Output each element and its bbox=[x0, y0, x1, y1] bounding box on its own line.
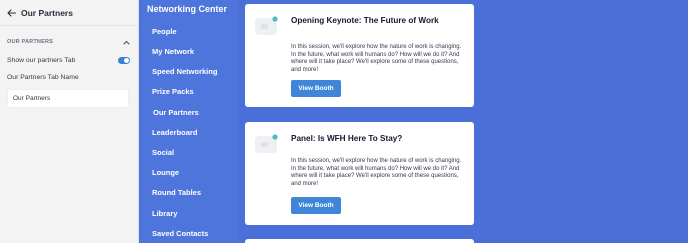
nav-item-library[interactable]: Library bbox=[152, 209, 177, 218]
booth-title: Panel: Is WFH Here To Stay? bbox=[291, 134, 403, 143]
booth-card: Panel: Is WFH Here To Stay? In this sess… bbox=[245, 122, 474, 225]
nav-item-people[interactable]: People bbox=[152, 27, 177, 36]
settings-title: Our Partners bbox=[21, 7, 73, 18]
tab-name-label: Our Partners Tab Name bbox=[7, 74, 79, 81]
booth-card: Opening Keynote: The Future of Work In t… bbox=[245, 4, 474, 107]
nav-item-social[interactable]: Social bbox=[152, 148, 174, 157]
nav-item-prize-packs[interactable]: Prize Packs bbox=[152, 87, 194, 96]
booth-description: In this session, we'll explore how the n… bbox=[291, 44, 462, 73]
nav-item-round-tables[interactable]: Round Tables bbox=[152, 188, 201, 197]
booth-description: In this session, we'll explore how the n… bbox=[291, 158, 462, 187]
show-partners-toggle[interactable] bbox=[118, 56, 130, 64]
booth-card-partial bbox=[245, 239, 474, 243]
settings-panel: Our Partners OUR PARTNERS Show our partn… bbox=[0, 0, 139, 243]
nav-item-our-partners[interactable]: Our Partners bbox=[153, 108, 199, 117]
booth-thumbnail-icon bbox=[255, 15, 279, 35]
show-partners-row: Show our partners Tab bbox=[7, 55, 130, 65]
section-label: OUR PARTNERS bbox=[7, 39, 53, 45]
view-booth-button[interactable]: View Booth bbox=[291, 197, 341, 214]
show-partners-label: Show our partners Tab bbox=[7, 56, 76, 64]
nav-title: Networking Center bbox=[147, 4, 228, 14]
booth-list: Opening Keynote: The Future of Work In t… bbox=[238, 0, 688, 243]
chevron-up-icon[interactable] bbox=[122, 38, 130, 46]
booth-thumbnail-icon bbox=[255, 133, 279, 153]
nav-item-lounge[interactable]: Lounge bbox=[152, 168, 179, 177]
back-arrow-icon[interactable] bbox=[6, 8, 16, 18]
nav-item-leaderboard[interactable]: Leaderboard bbox=[152, 128, 197, 137]
nav-item-speed-networking[interactable]: Speed Networking bbox=[152, 67, 217, 76]
view-booth-button[interactable]: View Booth bbox=[291, 80, 341, 97]
tab-name-input[interactable]: Our Partners bbox=[7, 89, 129, 108]
booth-title: Opening Keynote: The Future of Work bbox=[291, 16, 439, 25]
networking-nav: Networking Center People My Network Spee… bbox=[140, 0, 238, 243]
nav-item-saved-contacts[interactable]: Saved Contacts bbox=[152, 229, 208, 238]
nav-item-my-network[interactable]: My Network bbox=[152, 47, 194, 56]
section-header[interactable]: OUR PARTNERS bbox=[7, 37, 130, 47]
settings-header: Our Partners bbox=[0, 0, 138, 26]
